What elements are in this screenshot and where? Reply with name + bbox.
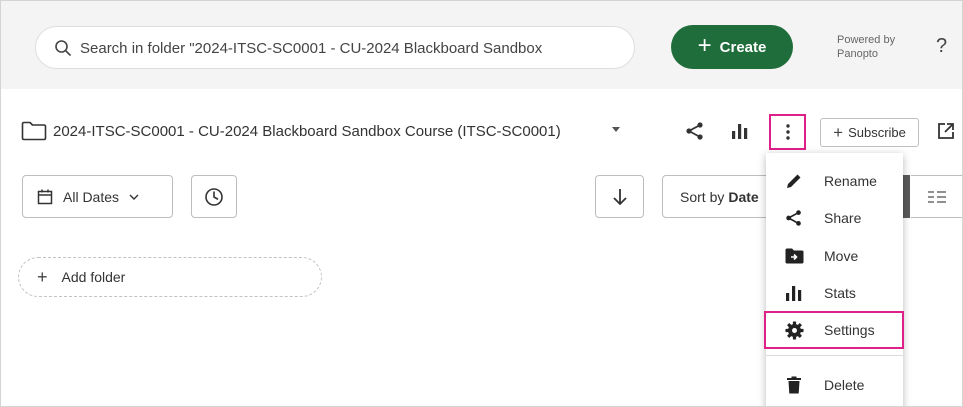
pencil-icon — [784, 171, 804, 191]
subscribe-label: Subscribe — [848, 125, 906, 140]
clock-icon — [205, 187, 223, 206]
open-new-window-button[interactable] — [935, 120, 957, 142]
menu-item-label: Rename — [824, 173, 877, 189]
menu-item-settings[interactable]: Settings — [764, 311, 904, 349]
plus-icon: + — [697, 32, 712, 59]
menu-item-label: Move — [824, 248, 859, 264]
menu-item-rename[interactable]: Rename — [766, 163, 903, 199]
subscribe-button[interactable]: + Subscribe — [820, 118, 919, 147]
date-filter-label: All Dates — [63, 188, 120, 205]
search-input[interactable] — [80, 35, 625, 61]
powered-line-2: Panopto — [837, 48, 878, 60]
share-icon — [784, 208, 804, 228]
calendar-icon — [37, 189, 53, 204]
stats-button[interactable] — [729, 120, 751, 142]
chevron-down-icon — [129, 194, 139, 200]
more-options-menu: Rename Share Move Stats Settings Delete — [764, 153, 904, 406]
list-view-icon — [928, 190, 946, 203]
folder-title: 2024-ITSC-SC0001 - CU-2024 Blackboard Sa… — [53, 122, 561, 140]
sort-by-value: Date — [728, 188, 759, 205]
menu-divider — [766, 355, 903, 356]
share-folder-button[interactable] — [683, 119, 707, 143]
create-button[interactable]: + Create — [671, 25, 793, 69]
menu-item-label: Share — [824, 210, 862, 226]
menu-item-label: Delete — [824, 377, 865, 393]
folder-dropdown-icon[interactable] — [612, 127, 620, 132]
plus-icon: + — [833, 122, 844, 142]
plus-icon: + — [37, 266, 48, 287]
menu-item-share[interactable]: Share — [766, 200, 903, 236]
sort-direction-button[interactable] — [595, 175, 644, 218]
powered-line-1: Powered by — [837, 34, 896, 46]
search-bar[interactable] — [35, 26, 635, 69]
date-filter-button[interactable]: All Dates — [22, 175, 173, 218]
external-link-icon — [938, 123, 954, 139]
menu-item-delete[interactable]: Delete — [766, 367, 903, 403]
menu-item-label: Settings — [824, 322, 875, 338]
more-vertical-icon — [785, 124, 790, 140]
move-folder-icon — [784, 246, 804, 266]
folder-icon — [21, 121, 47, 141]
top-bar: + Create Powered by Panopto ? — [1, 1, 962, 89]
trash-icon — [784, 375, 804, 395]
create-label: Create — [719, 38, 767, 56]
stats-icon — [784, 283, 804, 303]
share-icon — [686, 122, 703, 140]
add-folder-button[interactable]: + Add folder — [18, 257, 322, 297]
menu-item-move[interactable]: Move — [766, 238, 903, 274]
stats-icon — [732, 124, 748, 139]
powered-by-panopto[interactable]: Powered by Panopto — [837, 33, 895, 61]
add-folder-label: Add folder — [61, 269, 126, 285]
menu-item-stats[interactable]: Stats — [766, 275, 903, 311]
gear-icon — [784, 320, 804, 340]
folder-header: 2024-ITSC-SC0001 - CU-2024 Blackboard Sa… — [21, 119, 561, 143]
more-options-button[interactable] — [769, 114, 806, 150]
help-button[interactable]: ? — [936, 35, 947, 58]
sort-by-prefix: Sort by — [680, 188, 725, 205]
history-button[interactable] — [191, 175, 237, 218]
app-frame: + Create Powered by Panopto ? 2024-ITSC-… — [0, 0, 963, 407]
search-icon — [55, 40, 71, 56]
list-view-button[interactable] — [911, 175, 962, 218]
menu-item-label: Stats — [824, 285, 856, 301]
arrow-down-icon — [612, 188, 627, 205]
